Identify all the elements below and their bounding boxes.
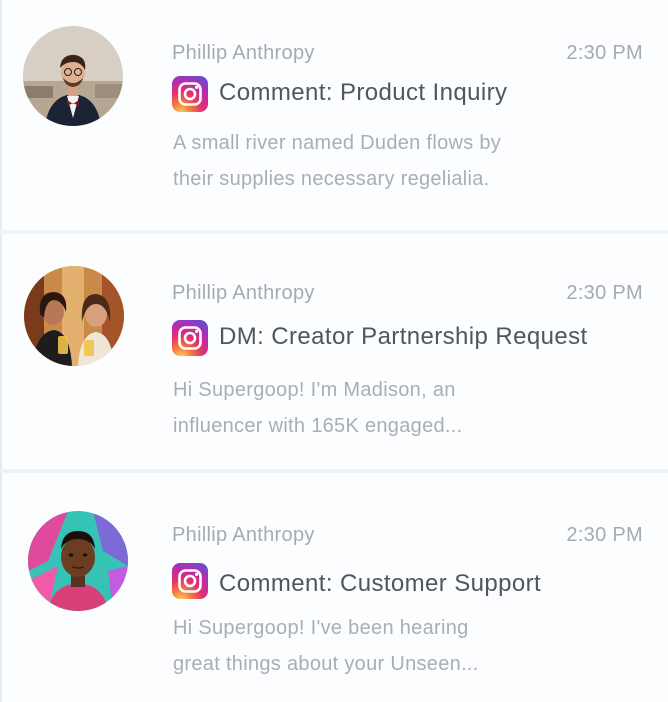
avatar	[24, 266, 124, 366]
preview-line: their supplies necessary regelialia.	[173, 168, 490, 190]
instagram-icon	[172, 320, 208, 356]
message-preview: Hi Supergoop! I've been hearing great th…	[173, 610, 573, 682]
instagram-icon	[172, 76, 208, 112]
message-preview: A small river named Duden flows by their…	[173, 125, 573, 197]
preview-line: great things about your Unseen...	[173, 653, 479, 675]
preview-line: influencer with 165K engaged...	[173, 415, 463, 437]
message-preview: Hi Supergoop! I'm Madison, an influencer…	[173, 372, 573, 444]
preview-line: A small river named Duden flows by	[173, 132, 502, 154]
sender-name: Phillip Anthropy	[172, 282, 315, 304]
message-time: 2:30 PM	[566, 524, 643, 546]
message-item[interactable]: Phillip Anthropy 2:30 PM DM: Creator Par…	[0, 234, 668, 469]
preview-line: Hi Supergoop! I'm Madison, an	[173, 379, 456, 401]
message-time: 2:30 PM	[566, 42, 643, 64]
message-subject: Comment: Product Inquiry	[219, 79, 508, 106]
instagram-icon	[172, 563, 208, 599]
message-time: 2:30 PM	[566, 282, 643, 304]
message-subject: Comment: Customer Support	[219, 570, 542, 597]
preview-line: Hi Supergoop! I've been hearing	[173, 617, 469, 639]
sender-name: Phillip Anthropy	[172, 524, 315, 546]
message-item[interactable]: Phillip Anthropy 2:30 PM Comment: Custom…	[0, 473, 668, 702]
message-subject: DM: Creator Partnership Request	[219, 323, 588, 350]
message-list: Phillip Anthropy 2:30 PM Comment: Produc…	[0, 0, 668, 702]
avatar	[23, 26, 123, 126]
message-item[interactable]: Phillip Anthropy 2:30 PM Comment: Produc…	[0, 0, 668, 230]
sender-name: Phillip Anthropy	[172, 42, 315, 64]
avatar	[28, 511, 128, 611]
